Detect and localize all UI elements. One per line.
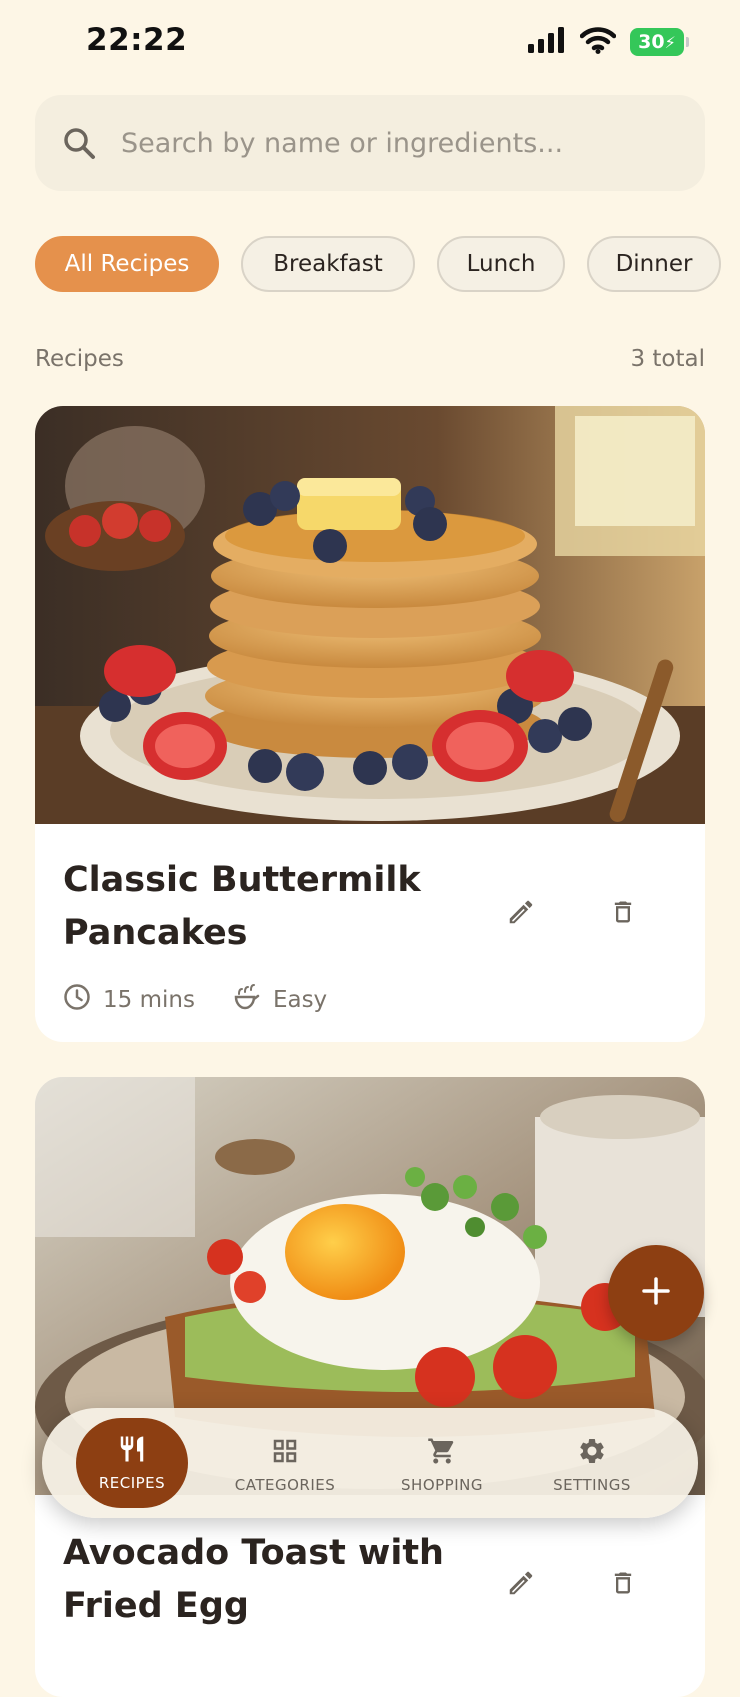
category-filter-chips: All Recipes Breakfast Lunch Dinner [35, 236, 721, 292]
plus-icon [641, 1276, 671, 1310]
difficulty: Easy [233, 982, 327, 1018]
recipe-image [35, 406, 705, 824]
add-recipe-button[interactable] [608, 1245, 704, 1341]
nav-item-shopping[interactable]: SHOPPING [392, 1422, 492, 1508]
gear-icon [577, 1436, 607, 1470]
chip-breakfast[interactable]: Breakfast [241, 236, 415, 292]
delete-button[interactable] [599, 1561, 647, 1609]
fork-knife-icon [117, 1434, 147, 1468]
nav-label-categories: CATEGORIES [234, 1476, 336, 1494]
edit-icon [506, 897, 536, 931]
clock-icon [63, 983, 91, 1017]
battery-level: 30 [638, 31, 665, 53]
nav-item-settings[interactable]: SETTINGS [542, 1422, 642, 1508]
delete-button[interactable] [599, 890, 647, 938]
charging-icon: ⚡ [664, 32, 676, 52]
trash-icon [609, 1567, 637, 1603]
recipe-title: Classic Buttermilk Pancakes [63, 860, 421, 953]
nav-label-recipes: RECIPES [98, 1474, 166, 1492]
chip-dinner[interactable]: Dinner [587, 236, 721, 292]
edit-icon [506, 1568, 536, 1602]
trash-icon [609, 896, 637, 932]
section-title: Recipes [35, 346, 124, 372]
cook-time-label: 15 mins [103, 987, 195, 1013]
chip-all-recipes[interactable]: All Recipes [35, 236, 219, 292]
search-icon [59, 123, 99, 163]
signal-icon [528, 27, 566, 57]
recipe-title: Avocado Toast with Fried Egg [63, 1533, 444, 1626]
battery-icon: 30 ⚡ [630, 28, 689, 56]
cart-icon [427, 1436, 457, 1470]
recipe-card[interactable]: Avocado Toast with Fried Egg [35, 1077, 705, 1697]
search-bar[interactable] [35, 95, 705, 191]
search-input[interactable] [119, 126, 683, 160]
edit-button[interactable] [497, 1561, 545, 1609]
nav-label-settings: SETTINGS [553, 1476, 631, 1494]
recipe-count: 3 total [630, 346, 705, 372]
status-bar: 22:22 30 ⚡ [0, 0, 740, 88]
recipe-card[interactable]: Classic Buttermilk Pancakes 15 mins Easy [35, 406, 705, 1042]
chef-hand-icon [233, 982, 261, 1018]
difficulty-label: Easy [272, 987, 328, 1013]
status-time: 22:22 [86, 22, 188, 58]
recipe-meta: 15 mins Easy [63, 982, 365, 1018]
nav-item-categories[interactable]: CATEGORIES [230, 1422, 340, 1508]
nav-item-recipes[interactable]: RECIPES [76, 1418, 188, 1508]
edit-button[interactable] [497, 890, 545, 938]
wifi-icon [579, 26, 617, 58]
chip-lunch[interactable]: Lunch [437, 236, 565, 292]
status-icons: 30 ⚡ [528, 26, 689, 58]
grid-icon [270, 1436, 300, 1470]
nav-label-shopping: SHOPPING [401, 1476, 483, 1494]
bottom-nav: RECIPES CATEGORIES SHOPPING SETTINGS [42, 1408, 698, 1518]
cook-time: 15 mins [63, 983, 195, 1017]
